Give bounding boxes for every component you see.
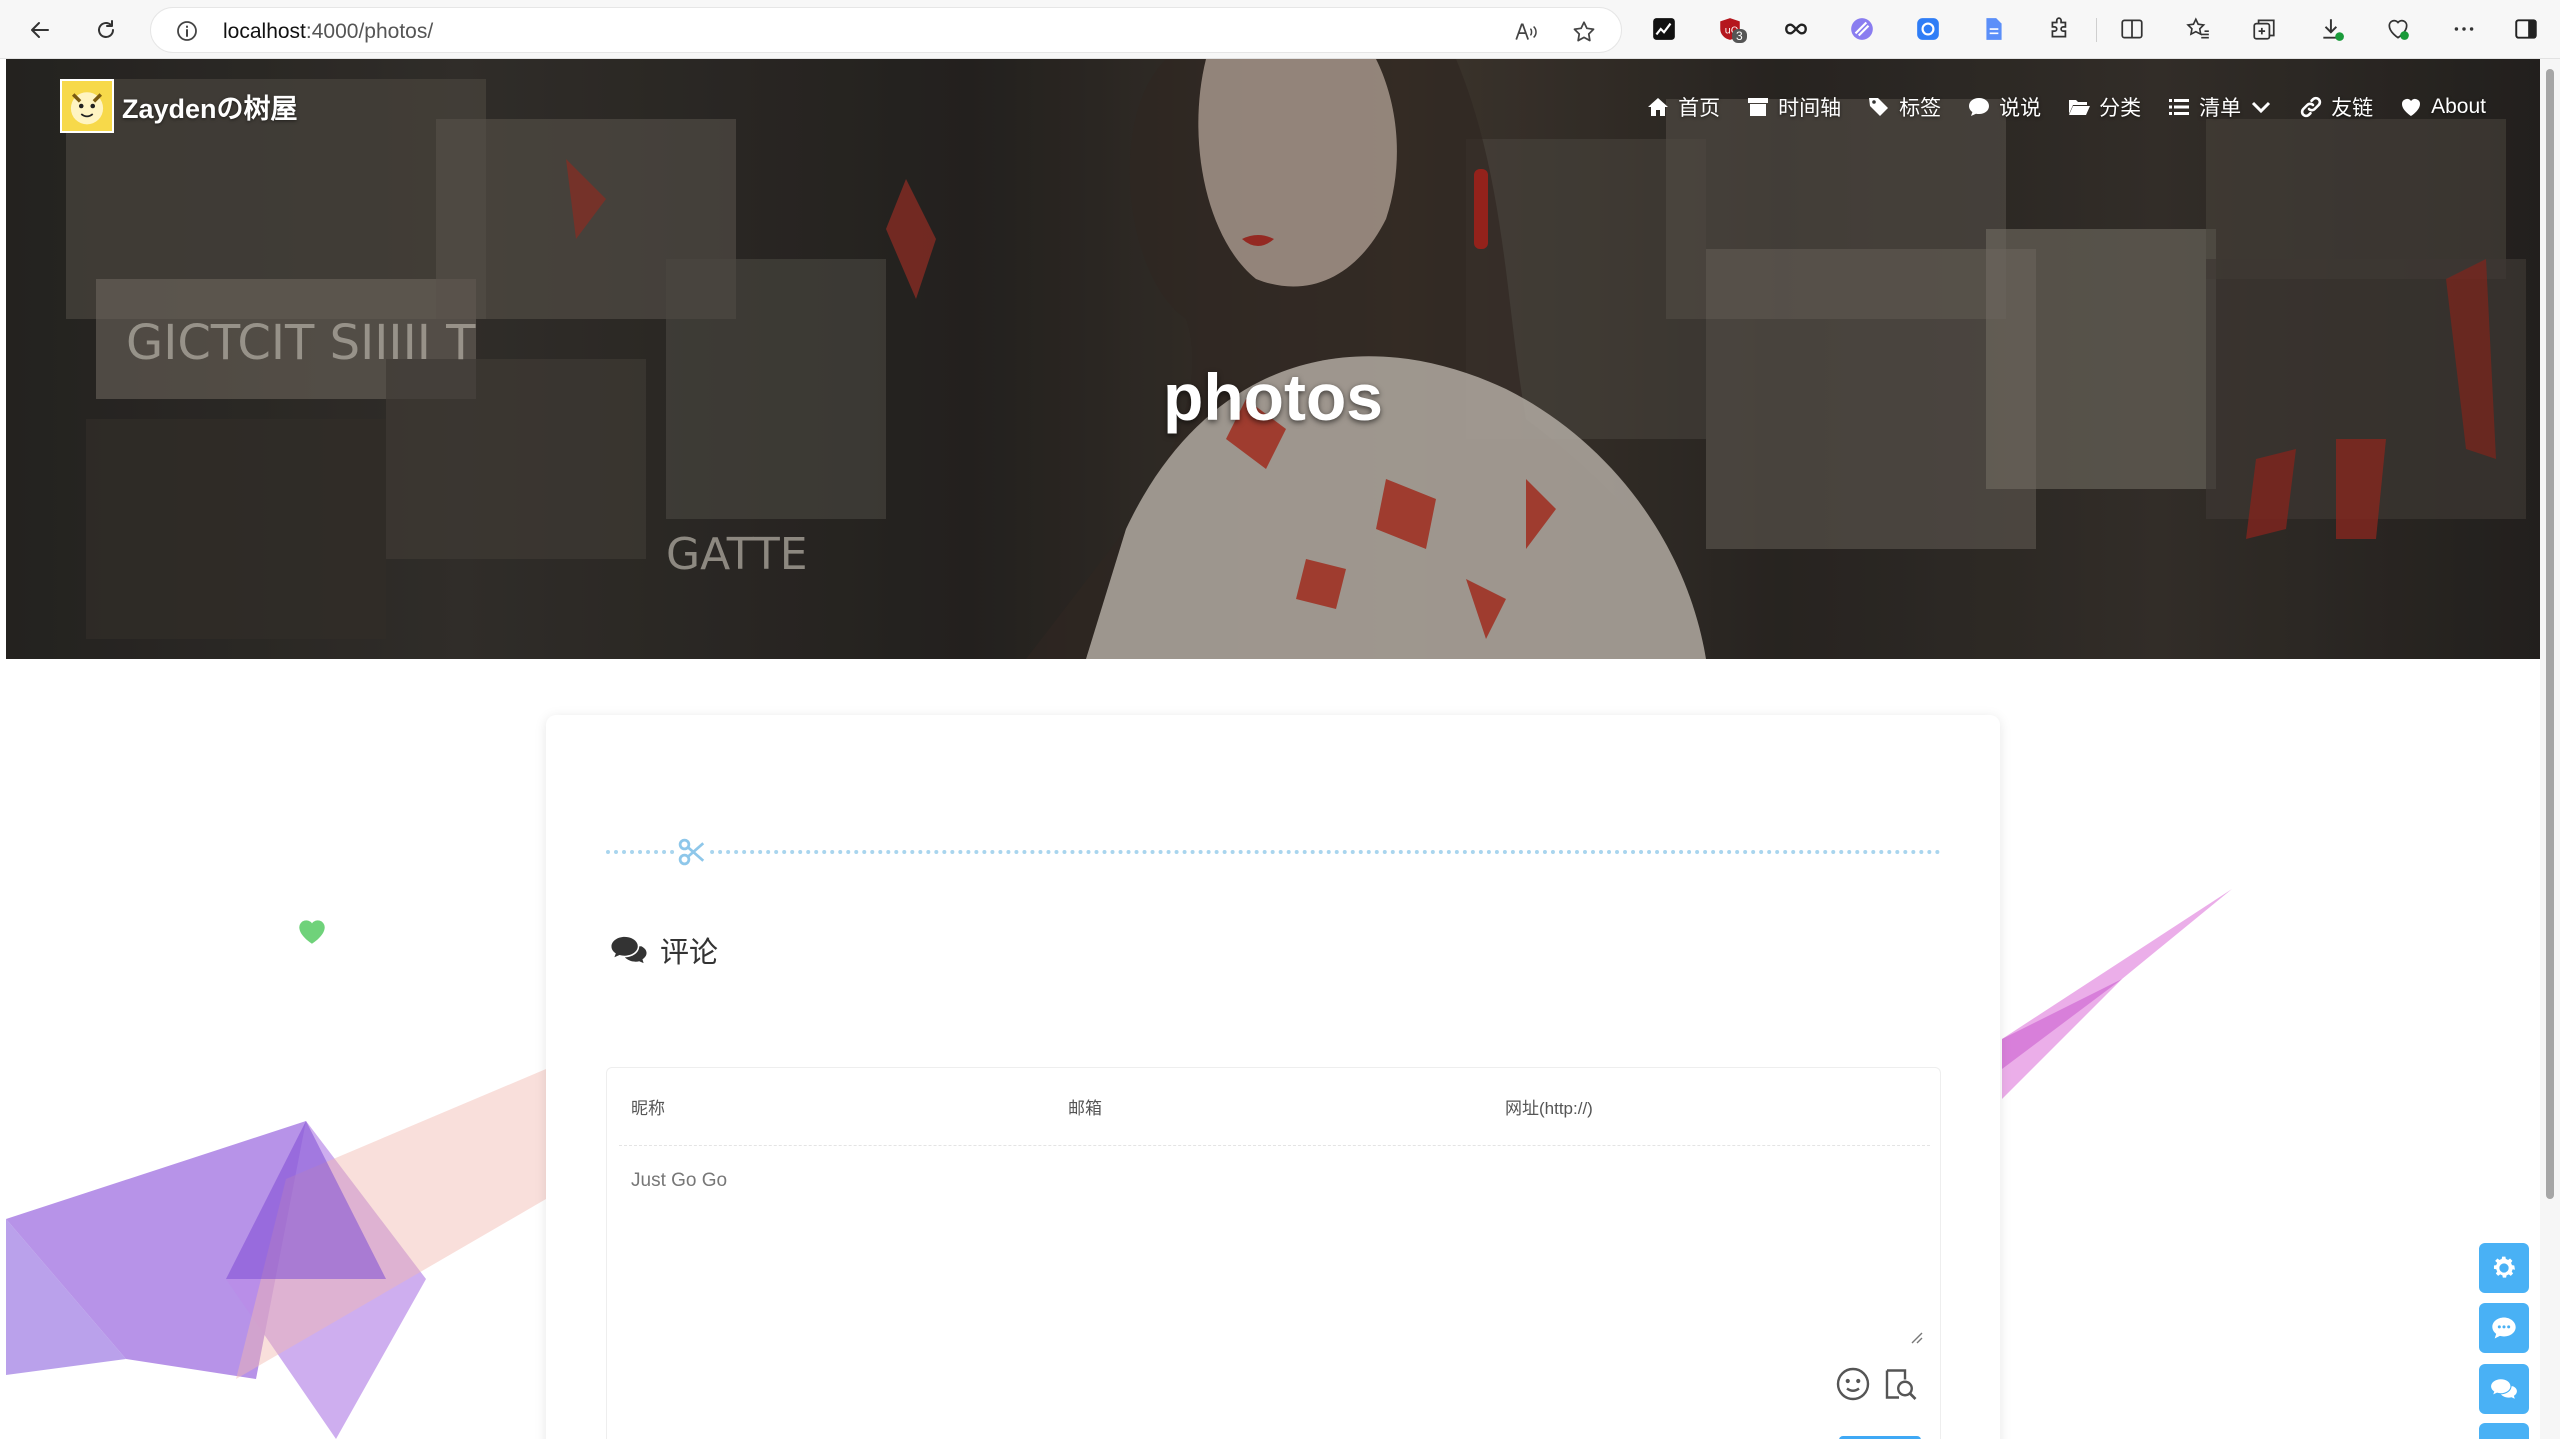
ext-badge: 3 [1732,29,1747,43]
nav-item-talk[interactable]: 说说 [1967,92,2041,122]
comment-form: 昵称 邮箱 网址(http://) Just Go Go M↓ 提交 [606,1067,1941,1439]
comments-heading: 评论 [610,929,718,971]
nav-item-categories[interactable]: 分类 [2067,92,2141,122]
nav-item-home[interactable]: 首页 [1646,92,1720,122]
archive-icon [1748,98,1769,116]
comment-meta-fields: 昵称 邮箱 网址(http://) [619,1068,1930,1146]
nav-item-archive[interactable]: 时间轴 [1746,92,1841,122]
list-icon [2169,99,2190,115]
home-icon [1648,98,1669,116]
content-card: 评论 昵称 邮箱 网址(http://) Just Go Go M↓ 提交 [546,715,2000,1439]
toolbar-separator [2096,18,2097,42]
hero-banner: GICTCIT SIIIII T GATTE Zaydenの树屋 首页 时间轴 … [6,59,2540,659]
page-title: photos [1163,360,1383,434]
nav-label-about: About [2431,95,2486,118]
nav-label-archive: 时间轴 [1778,97,1842,120]
comment-icon [1969,98,1990,116]
preview-icon[interactable] [1881,1366,1917,1402]
ribbon-decoration-left [6,1069,546,1439]
arrow-up-icon [2490,1434,2518,1439]
extensions-icon[interactable] [2046,15,2074,43]
scissors-icon [676,836,708,868]
downloads-icon[interactable] [2318,15,2346,43]
avatar-icon [70,92,104,125]
gradient-ext-icon[interactable] [1848,15,1876,43]
scrollbar-thumb[interactable] [2546,69,2554,1199]
scroll-top-button[interactable] [2479,1423,2529,1439]
nav-label-tags: 标签 [1899,97,1942,120]
settings-button[interactable] [2479,1243,2529,1293]
nav-label-home: 首页 [1678,97,1721,120]
info-icon[interactable] [175,19,199,43]
nav-item-list[interactable]: 清单 [2167,92,2273,122]
comments-jump-button[interactable] [2479,1364,2529,1414]
split-screen-icon[interactable] [2118,15,2146,43]
chat-button[interactable] [2479,1303,2529,1353]
arrow-left-icon [31,22,49,38]
heart-icon [2402,99,2421,116]
folder-open-icon [2069,100,2091,115]
more-options-icon[interactable] [2450,15,2478,43]
document-ext-icon[interactable] [1980,15,2008,43]
ribbon-decoration-right [2002,889,2232,1099]
gear-icon [2493,1256,2515,1278]
tags-icon [1869,98,1889,116]
emoji-icon[interactable] [1835,1366,1871,1402]
comment-textarea[interactable]: Just Go Go [619,1158,1930,1348]
sidebar-toggle-icon[interactable] [2512,15,2540,43]
favorites-icon[interactable] [2184,15,2212,43]
url-text[interactable]: localhost:4000/photos/ [223,20,433,44]
collections-icon[interactable] [2250,15,2278,43]
nav-label-links: 友链 [2331,97,2374,120]
site-name[interactable]: Zaydenの树屋 [122,87,298,126]
url-field[interactable]: 网址(http://) [1493,1068,1930,1145]
comments-title-text: 评论 [660,937,719,969]
nav-item-tags[interactable]: 标签 [1867,92,1941,122]
chevron-down-icon [2252,101,2271,114]
cut-divider [606,850,1941,854]
main-nav: 首页 时间轴 标签 说说 分类 清单 友链 About [1646,92,2486,122]
browser-toolbar: localhost:4000/photos/ uO 3 [0,0,2560,59]
page-viewport: GICTCIT SIIIII T GATTE Zaydenの树屋 首页 时间轴 … [6,59,2540,1439]
comments-icon [611,936,647,964]
nav-label-list: 清单 [2199,97,2242,120]
stock-ext-icon[interactable] [1650,15,1678,43]
ublock-ext-icon[interactable]: uO 3 [1716,15,1747,43]
email-field[interactable]: 邮箱 [1056,1068,1493,1145]
site-logo[interactable] [60,79,114,133]
link-icon [2300,96,2322,118]
nav-item-about[interactable]: About [2399,95,2486,119]
back-button[interactable] [22,12,58,48]
browser-essentials-icon[interactable] [2384,15,2412,43]
blue-shield-ext-icon[interactable] [1914,15,1942,43]
page-scrollbar[interactable] [2540,59,2560,1439]
comments-icon [2491,1379,2517,1399]
nav-item-links[interactable]: 友链 [2299,92,2373,122]
nickname-field[interactable]: 昵称 [619,1068,1056,1145]
url-host: localhost [223,20,306,43]
address-bar[interactable]: localhost:4000/photos/ [150,7,1622,53]
reload-button[interactable] [88,12,124,48]
reload-icon [98,20,114,38]
site-brand[interactable]: Zaydenの树屋 [60,79,298,133]
resize-handle-icon[interactable] [1909,1330,1923,1344]
nav-label-categories: 分类 [2099,97,2142,120]
star-icon[interactable] [1571,19,1597,45]
heart-icon [299,920,325,944]
url-path: :4000/photos/ [305,20,434,43]
read-aloud-icon[interactable] [1513,19,1539,45]
nav-label-talk: 说说 [1999,97,2042,120]
chat-dots-icon [2492,1317,2516,1339]
infinity-ext-icon[interactable] [1782,15,1810,43]
